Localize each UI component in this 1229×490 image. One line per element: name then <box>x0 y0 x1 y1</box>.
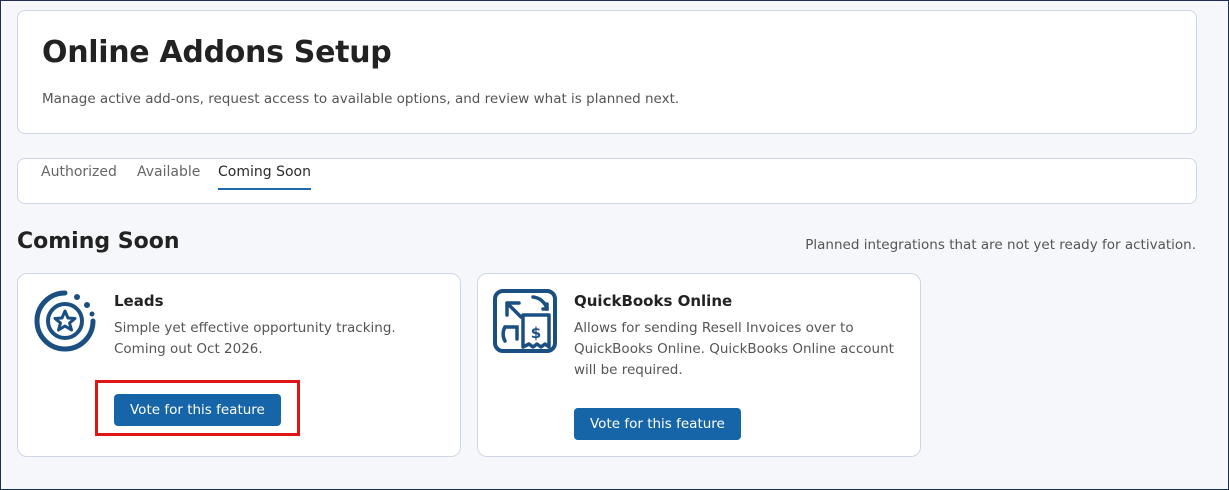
addon-card-leads: Leads Simple yet effective opportunity t… <box>17 273 461 457</box>
tab-available[interactable]: Available <box>137 164 200 188</box>
star-circle-icon <box>34 290 96 352</box>
addon-description: Allows for sending Resell Invoices over … <box>574 320 894 378</box>
svg-text:$: $ <box>531 324 541 342</box>
section-note: Planned integrations that are not yet re… <box>805 237 1196 253</box>
tab-authorized[interactable]: Authorized <box>41 164 117 188</box>
addon-description: Simple yet effective opportunity trackin… <box>114 320 396 357</box>
addon-name: QuickBooks Online <box>574 292 733 310</box>
tab-bar: Authorized Available Coming Soon <box>17 158 1197 204</box>
vote-button-leads[interactable]: Vote for this feature <box>114 394 281 426</box>
page-subtitle: Manage active add-ons, request access to… <box>42 91 680 107</box>
vote-button-quickbooks[interactable]: Vote for this feature <box>574 408 741 440</box>
header-card: Online Addons Setup Manage active add-on… <box>17 10 1197 134</box>
addon-name: Leads <box>114 292 164 310</box>
tab-coming-soon[interactable]: Coming Soon <box>218 164 311 190</box>
page-title: Online Addons Setup <box>42 35 392 70</box>
addon-card-quickbooks: $ QuickBooks Online Allows for sending R… <box>477 273 921 457</box>
invoice-sync-icon: $ <box>493 289 557 353</box>
section-title: Coming Soon <box>17 229 180 254</box>
